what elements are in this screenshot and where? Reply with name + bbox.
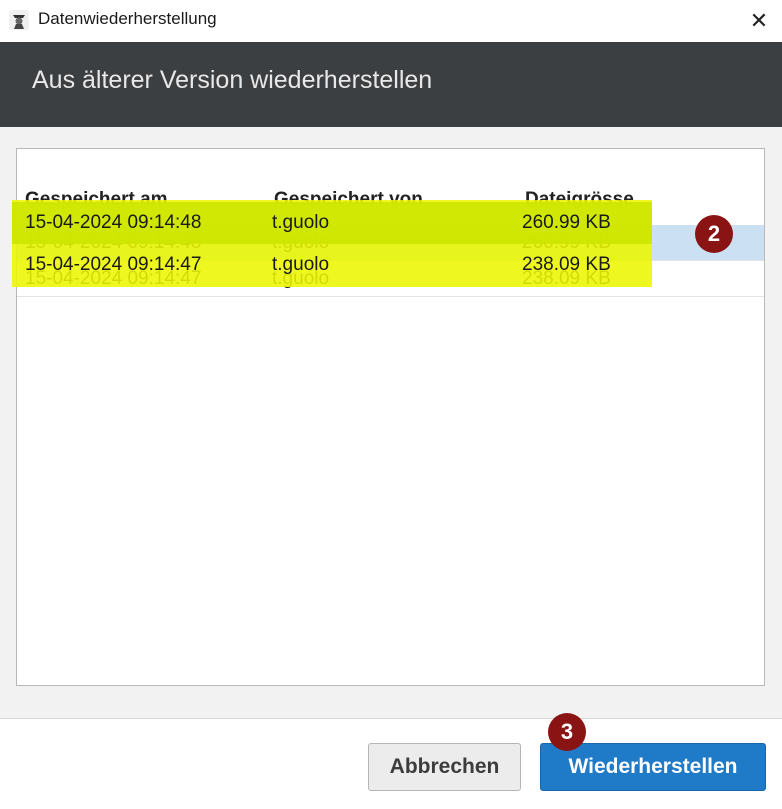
step-badge-2: 2 <box>695 215 733 253</box>
close-button[interactable]: ✕ <box>736 0 782 42</box>
dialog-footer: Abbrechen Wiederherstellen <box>0 718 782 809</box>
restore-button[interactable]: Wiederherstellen <box>540 743 766 791</box>
cell-saved-by: t.guolo <box>272 232 330 253</box>
table-row[interactable]: 15-04-2024 09:14:48 t.guolo 260.99 KB <box>17 225 764 261</box>
column-header-saved-at[interactable]: Gespeichert am <box>25 189 168 211</box>
step-badge-3: 3 <box>548 713 586 751</box>
cell-saved-at: 15-04-2024 09:14:47 <box>25 268 202 289</box>
version-table[interactable]: Gespeichert am Gespeichert von Dateigrös… <box>16 148 765 686</box>
cell-saved-by: t.guolo <box>272 268 330 289</box>
column-header-size[interactable]: Dateigrösse <box>525 189 634 211</box>
window-titlebar: Datenwiederherstellung ✕ <box>0 0 782 42</box>
app-logo-icon <box>9 10 29 30</box>
table-header: Gespeichert am Gespeichert von Dateigrös… <box>17 149 764 221</box>
cell-size: 260.99 KB <box>522 232 611 253</box>
cell-size: 238.09 KB <box>522 268 611 289</box>
cancel-button[interactable]: Abbrechen <box>368 743 521 791</box>
close-icon: ✕ <box>749 8 769 33</box>
window-title: Datenwiederherstellung <box>38 9 217 28</box>
dialog-content: Gespeichert am Gespeichert von Dateigrös… <box>0 127 782 718</box>
cell-saved-at: 15-04-2024 09:14:48 <box>25 232 202 253</box>
dialog-heading: Aus älterer Version wiederherstellen <box>32 66 433 94</box>
dialog-header: Aus älterer Version wiederherstellen <box>0 42 782 127</box>
column-header-saved-by[interactable]: Gespeichert von <box>274 189 423 211</box>
table-row[interactable]: 15-04-2024 09:14:47 t.guolo 238.09 KB <box>17 261 764 297</box>
